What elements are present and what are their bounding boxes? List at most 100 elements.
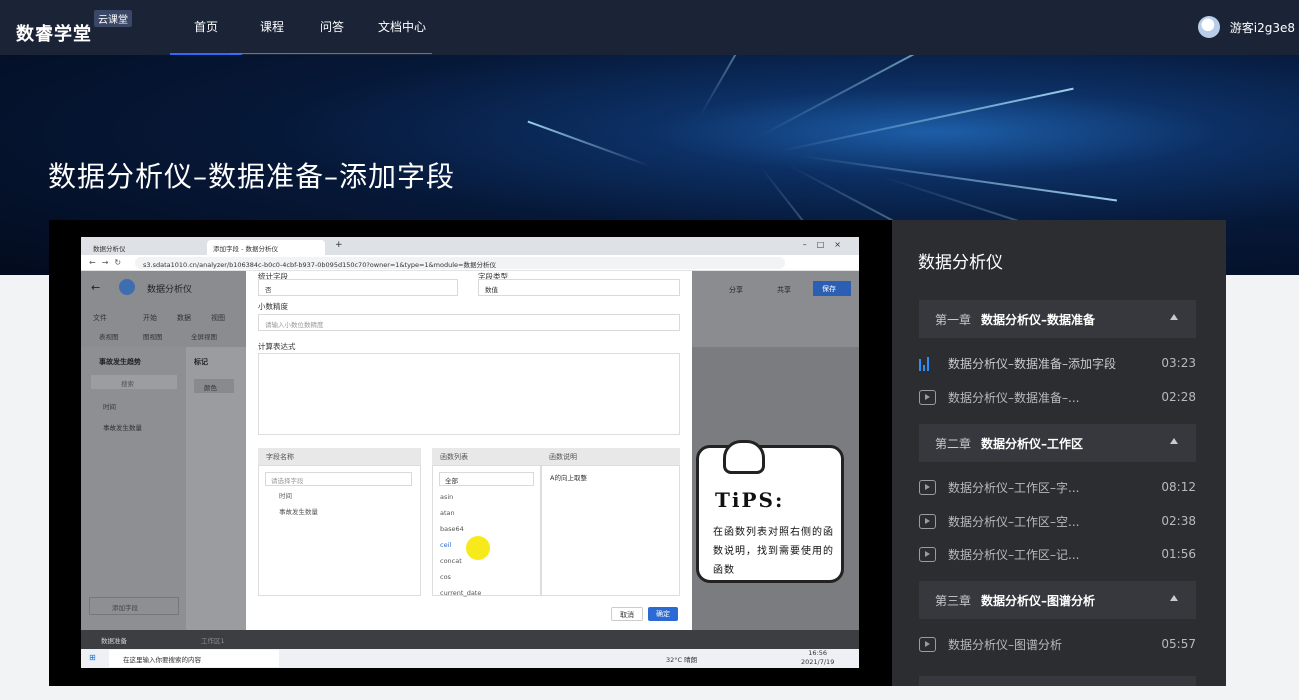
taskbar-clock: 16:56 2021/7/19 — [801, 649, 834, 667]
chapter-number: 第三章 — [935, 593, 972, 608]
playing-icon — [919, 356, 936, 371]
nav-docs[interactable]: 文档中心 — [362, 0, 442, 55]
app-menu-data: 数据 — [177, 314, 191, 322]
field-name-header: 字段名称 — [258, 448, 421, 465]
expr-label: 计算表达式 — [258, 342, 296, 351]
func-desc-header: 函数说明 — [541, 448, 680, 465]
field-option-count: 事故发生数量 — [279, 508, 318, 516]
taskbar-search: 在这里输入你要搜索的内容 — [109, 650, 279, 667]
course-sidebar: 数据分析仪 第一章 数据分析仪–数据准备 数据分析仪–数据准备–添加字段 03:… — [892, 220, 1226, 686]
nav-home[interactable]: 首页 — [170, 0, 242, 55]
stat-select: 否 — [258, 279, 458, 296]
lesson-item[interactable]: 数据分析仪–工作区–字... 08:12 — [919, 475, 1196, 499]
field-name-panel: 请选择字段 时间 事故发生数量 — [258, 465, 421, 596]
dialog-ok-button: 确定 — [648, 607, 678, 621]
color-chip: 颜色 — [194, 379, 234, 393]
footer-data-prep: 数据准备 — [101, 637, 127, 645]
browser-urlbar: ←→↻ s3.sdata1010.cn/analyzer/b106384c-b0… — [81, 255, 859, 271]
chapter-next-partial[interactable] — [919, 676, 1196, 686]
func-item: cos — [440, 573, 451, 581]
func-item: base64 — [440, 525, 464, 533]
chapter-name: 数据分析仪–图谱分析 — [981, 593, 1096, 608]
url-field: s3.sdata1010.cn/analyzer/b106384c-b0c0-4… — [135, 257, 785, 269]
dataset-name: 事故发生趋势 — [99, 358, 141, 366]
logo-badge: 云课堂 — [94, 10, 132, 27]
collapse-caret-icon[interactable] — [1170, 438, 1178, 444]
course-title: 数据分析仪 — [918, 253, 1003, 273]
video-icon — [919, 479, 936, 495]
func-desc-panel: A的向上取整 — [541, 465, 680, 596]
mouse-highlight — [466, 536, 490, 560]
app-logo-icon — [119, 279, 135, 295]
main-nav: 首页 课程 问答 文档中心 — [170, 0, 442, 55]
taskbar-weather: 32°C 晴朗 — [666, 656, 698, 664]
avatar[interactable] — [1197, 16, 1220, 38]
video-player[interactable]: 数据分析仪 添加字段 - 数据分析仪 + –□× ←→↻ s3.sdata101… — [49, 220, 892, 686]
video-icon — [919, 389, 936, 405]
field-option-time: 时间 — [279, 492, 292, 500]
chapter-name: 数据分析仪–工作区 — [981, 436, 1084, 451]
chapter-number: 第二章 — [935, 436, 972, 451]
browser-tab: 数据分析仪 — [93, 245, 126, 253]
windows-taskbar: ⊞ 在这里输入你要搜索的内容 32°C 晴朗 16:56 2021/7/19 — [81, 649, 859, 668]
lesson-title: 数据分析仪–工作区–记... — [948, 547, 1080, 562]
app-menu-start: 开始 — [143, 314, 157, 322]
lesson-item-active[interactable]: 数据分析仪–数据准备–添加字段 03:23 — [919, 351, 1196, 375]
app-tool-fullscreen: 全屏视图 — [191, 333, 217, 341]
add-field-button: 添加字段 — [89, 597, 179, 615]
lesson-title: 数据分析仪–图谱分析 — [948, 637, 1063, 652]
app-tool-table: 表视图 — [99, 333, 119, 341]
lesson-duration: 08:12 — [1161, 480, 1196, 494]
field-time: 时间 — [103, 403, 116, 411]
chapter-2[interactable]: 第二章 数据分析仪–工作区 — [919, 424, 1196, 462]
expr-textarea — [258, 353, 680, 435]
collapse-caret-icon[interactable] — [1170, 314, 1178, 320]
top-navbar: 数睿学堂 云课堂 首页 课程 问答 文档中心 游客i2g3e8 — [0, 0, 1299, 55]
app-share: 分享 — [729, 286, 743, 294]
dataset-search: 搜索 — [91, 375, 177, 389]
site-logo[interactable]: 数睿学堂 — [16, 20, 92, 46]
video-icon — [919, 636, 936, 652]
browser-tab-active: 添加字段 - 数据分析仪 — [207, 240, 325, 255]
user-menu[interactable]: 游客i2g3e8 — [1197, 16, 1295, 38]
func-list-panel: 全部 asin atan base64 ceil concat cos curr… — [432, 465, 541, 597]
new-tab-icon: + — [335, 240, 343, 250]
app-menu-file: 文件 — [93, 314, 107, 322]
nav-qa[interactable]: 问答 — [302, 0, 362, 55]
video-icon — [919, 513, 936, 529]
lesson-duration: 02:28 — [1161, 390, 1196, 404]
lesson-title: 数据分析仪–工作区–字... — [948, 480, 1080, 495]
back-arrow-icon: ← — [91, 281, 101, 294]
app-tool-chart: 图视图 — [143, 333, 163, 341]
lesson-item[interactable]: 数据分析仪–工作区–记... 01:56 — [919, 542, 1196, 566]
lesson-duration: 05:57 — [1161, 637, 1196, 651]
window-controls-icon: –□× — [802, 240, 851, 249]
lesson-title: 数据分析仪–数据准备–... — [948, 390, 1080, 405]
func-category-select: 全部 — [439, 472, 534, 486]
windows-start-icon: ⊞ — [89, 653, 96, 662]
lesson-item[interactable]: 数据分析仪–工作区–空... 02:38 — [919, 509, 1196, 533]
app-title: 数据分析仪 — [147, 285, 193, 295]
app-save-button: 保存 — [813, 281, 851, 296]
username[interactable]: 游客i2g3e8 — [1230, 19, 1295, 36]
taskbar-date: 2021/7/19 — [801, 658, 835, 666]
chapter-name: 数据分析仪–数据准备 — [981, 312, 1096, 327]
chapter-3[interactable]: 第三章 数据分析仪–图谱分析 — [919, 581, 1196, 619]
tips-title: TiPS: — [715, 488, 785, 512]
app-dataset-panel: 事故发生趋势 搜索 时间 事故发生数量 添加字段 — [81, 347, 186, 630]
app-footer: 数据准备 工作区1 — [81, 630, 859, 649]
lesson-item[interactable]: 数据分析仪–图谱分析 05:57 — [919, 632, 1196, 656]
precision-input: 请输入小数位数精度 — [258, 314, 680, 331]
app-menu-view: 视图 — [211, 314, 225, 322]
browser-nav-icon: ←→↻ — [89, 258, 128, 267]
func-item: current_date — [440, 589, 482, 597]
chapter-1[interactable]: 第一章 数据分析仪–数据准备 — [919, 300, 1196, 338]
tips-text: 在函数列表对照右侧的函数说明，找到需要使用的函数 — [713, 527, 834, 576]
nav-courses[interactable]: 课程 — [242, 0, 302, 55]
lesson-duration: 02:38 — [1161, 514, 1196, 528]
collapse-caret-icon[interactable] — [1170, 595, 1178, 601]
lesson-duration: 03:23 — [1161, 356, 1196, 370]
lesson-item[interactable]: 数据分析仪–数据准备–... 02:28 — [919, 385, 1196, 409]
type-select: 数值 — [478, 279, 680, 296]
func-list-header: 函数列表 — [432, 448, 541, 465]
